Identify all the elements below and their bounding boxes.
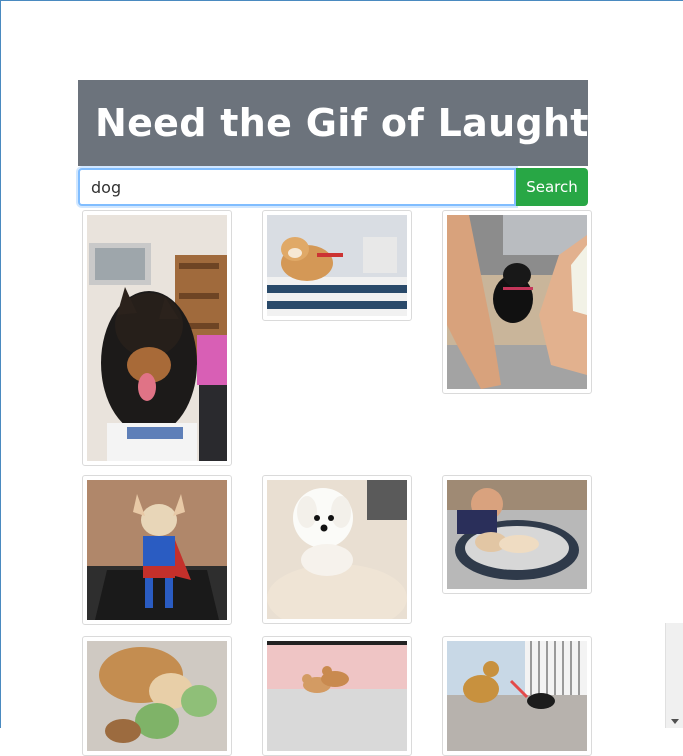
gif-result-dog-with-cabbages[interactable] — [82, 636, 232, 756]
gif-result-two-puppies-playing[interactable] — [262, 636, 412, 756]
gif-result-white-fluffy-dog-on-rug[interactable] — [262, 475, 412, 624]
search-input[interactable] — [78, 168, 516, 206]
scroll-down-arrow-icon[interactable] — [671, 719, 679, 724]
gif-image — [267, 215, 407, 316]
gif-result-shiba-with-laptop[interactable] — [262, 210, 412, 321]
window-border-top — [0, 0, 683, 1]
gif-image — [447, 215, 587, 389]
gif-result-black-puppy-held[interactable] — [442, 210, 592, 394]
gif-image — [87, 641, 227, 751]
gif-image — [87, 480, 227, 620]
gif-result-chihuahua-superman-costume[interactable] — [82, 475, 232, 625]
search-bar: Search — [78, 168, 588, 206]
scrollbar[interactable] — [665, 623, 683, 728]
gif-image — [267, 480, 407, 619]
gif-image — [267, 641, 407, 751]
gif-image — [447, 480, 587, 589]
gif-result-dog-and-cat-at-door[interactable] — [442, 636, 592, 756]
gif-result-puppy-in-bath-tub[interactable] — [442, 475, 592, 594]
window-border-left — [0, 0, 1, 728]
search-button[interactable]: Search — [516, 168, 588, 206]
page-header: Need the Gif of Laughter? — [78, 80, 656, 166]
gif-result-german-shepherd-puppy[interactable] — [82, 210, 232, 466]
page-title: Need the Gif of Laughter? — [95, 101, 657, 145]
gif-image — [87, 215, 227, 461]
gif-image — [447, 641, 587, 751]
